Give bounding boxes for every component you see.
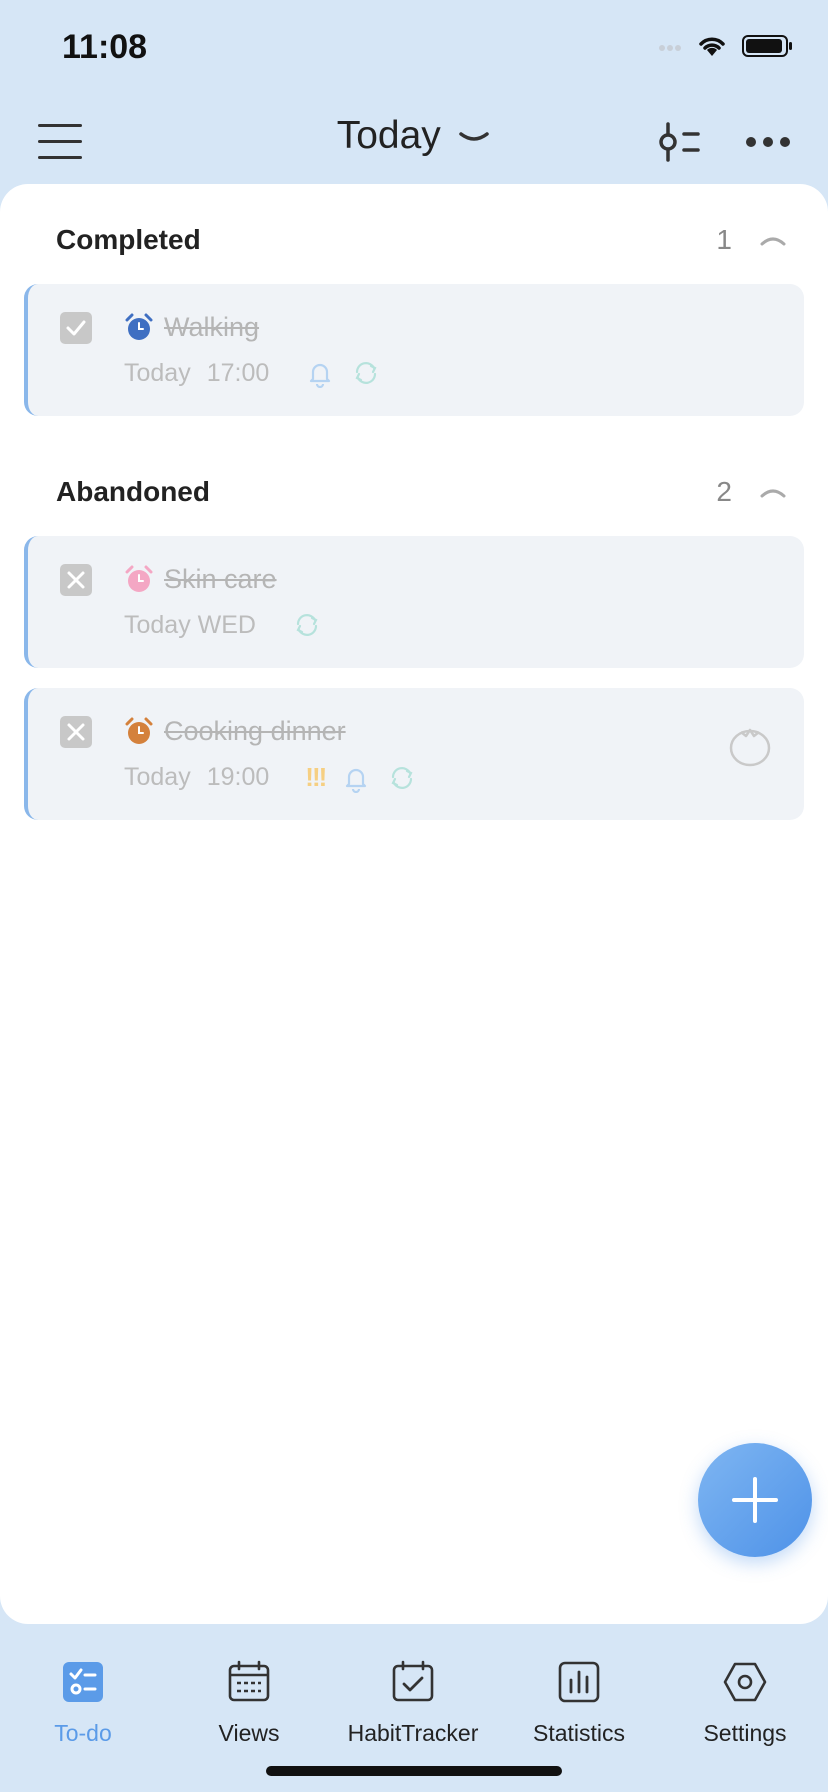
filter-icon bbox=[659, 122, 700, 162]
cross-icon bbox=[67, 723, 85, 741]
section-count: 1 bbox=[716, 224, 732, 255]
hexagon-settings-icon bbox=[723, 1662, 767, 1702]
task-date: Today bbox=[124, 358, 191, 387]
tomato-timer-icon[interactable] bbox=[726, 722, 774, 768]
task-time: 17:00 bbox=[206, 358, 270, 387]
repeat-icon bbox=[296, 614, 318, 636]
task-checkbox-abandoned[interactable] bbox=[60, 564, 92, 596]
task-title: Cooking dinner bbox=[164, 716, 346, 746]
battery-icon bbox=[742, 35, 792, 57]
task-meta: Today 19:00 !!! bbox=[124, 762, 417, 793]
task-card[interactable]: Skin care Today WED bbox=[24, 536, 804, 668]
task-time: 19:00 bbox=[206, 763, 270, 791]
tab-label: Statistics bbox=[532, 1720, 626, 1746]
task-title: Walking bbox=[164, 312, 260, 342]
more-button[interactable] bbox=[744, 128, 792, 156]
checkmark-icon bbox=[66, 320, 86, 336]
task-title: Skin care bbox=[164, 564, 277, 594]
tab-settings[interactable]: Settings bbox=[670, 1636, 820, 1746]
todo-icon bbox=[63, 1662, 103, 1702]
bell-icon bbox=[346, 768, 367, 793]
alarm-clock-icon bbox=[125, 565, 153, 592]
wifi-icon bbox=[699, 37, 725, 56]
bell-icon bbox=[310, 363, 331, 388]
section-header-completed[interactable]: Completed 1 bbox=[56, 214, 788, 274]
alarm-clock-icon bbox=[125, 313, 153, 340]
section-header-abandoned[interactable]: Abandoned 2 bbox=[56, 466, 788, 526]
page-title: Today bbox=[336, 114, 441, 157]
add-task-button[interactable] bbox=[698, 1443, 812, 1557]
top-bar: Today bbox=[0, 100, 828, 184]
cross-icon bbox=[67, 571, 85, 589]
status-bar: 11:08 bbox=[0, 0, 828, 100]
tab-label: Views bbox=[218, 1720, 280, 1746]
plus-icon-bar bbox=[732, 1498, 778, 1502]
repeat-icon bbox=[391, 766, 413, 789]
task-checkbox-checked[interactable] bbox=[60, 312, 92, 344]
alarm-clock-icon bbox=[125, 717, 153, 744]
priority-marker: !!! bbox=[305, 762, 327, 792]
filter-button[interactable] bbox=[656, 120, 704, 164]
section-title: Completed bbox=[56, 224, 201, 255]
tab-label: HabitTracker bbox=[347, 1720, 479, 1746]
tab-label: To-do bbox=[54, 1720, 112, 1746]
chevron-up-icon[interactable] bbox=[758, 230, 788, 250]
task-card[interactable]: Walking Today 17:00 bbox=[24, 284, 804, 416]
task-meta: Today WED bbox=[124, 610, 322, 640]
cellular-signal-icon bbox=[659, 45, 681, 51]
section-title: Abandoned bbox=[56, 476, 210, 507]
chevron-up-icon[interactable] bbox=[758, 482, 788, 502]
section-count: 2 bbox=[716, 476, 732, 507]
tab-label: Settings bbox=[703, 1720, 787, 1746]
repeat-icon bbox=[355, 362, 377, 384]
chevron-down-icon bbox=[459, 132, 490, 141]
task-meta: Today 17:00 bbox=[124, 358, 381, 388]
task-list-panel: Completed 1 Walking Today 17:00 Abandone… bbox=[0, 184, 828, 1624]
status-time: 11:08 bbox=[62, 28, 148, 66]
status-icons bbox=[658, 34, 794, 58]
calendar-icon bbox=[228, 1660, 270, 1702]
calendar-check-icon bbox=[392, 1660, 434, 1702]
task-date: Today WED bbox=[124, 610, 256, 639]
more-icon bbox=[746, 137, 790, 147]
bar-chart-icon bbox=[558, 1661, 600, 1703]
tab-views[interactable]: Views bbox=[174, 1636, 324, 1746]
tab-habittracker[interactable]: HabitTracker bbox=[338, 1636, 488, 1746]
task-card[interactable]: Cooking dinner Today 19:00 !!! bbox=[24, 688, 804, 820]
tab-todo[interactable]: To-do bbox=[8, 1636, 158, 1746]
tab-statistics[interactable]: Statistics bbox=[504, 1636, 654, 1746]
task-date: Today bbox=[124, 763, 191, 791]
task-checkbox-abandoned[interactable] bbox=[60, 716, 92, 748]
home-indicator bbox=[266, 1766, 562, 1776]
